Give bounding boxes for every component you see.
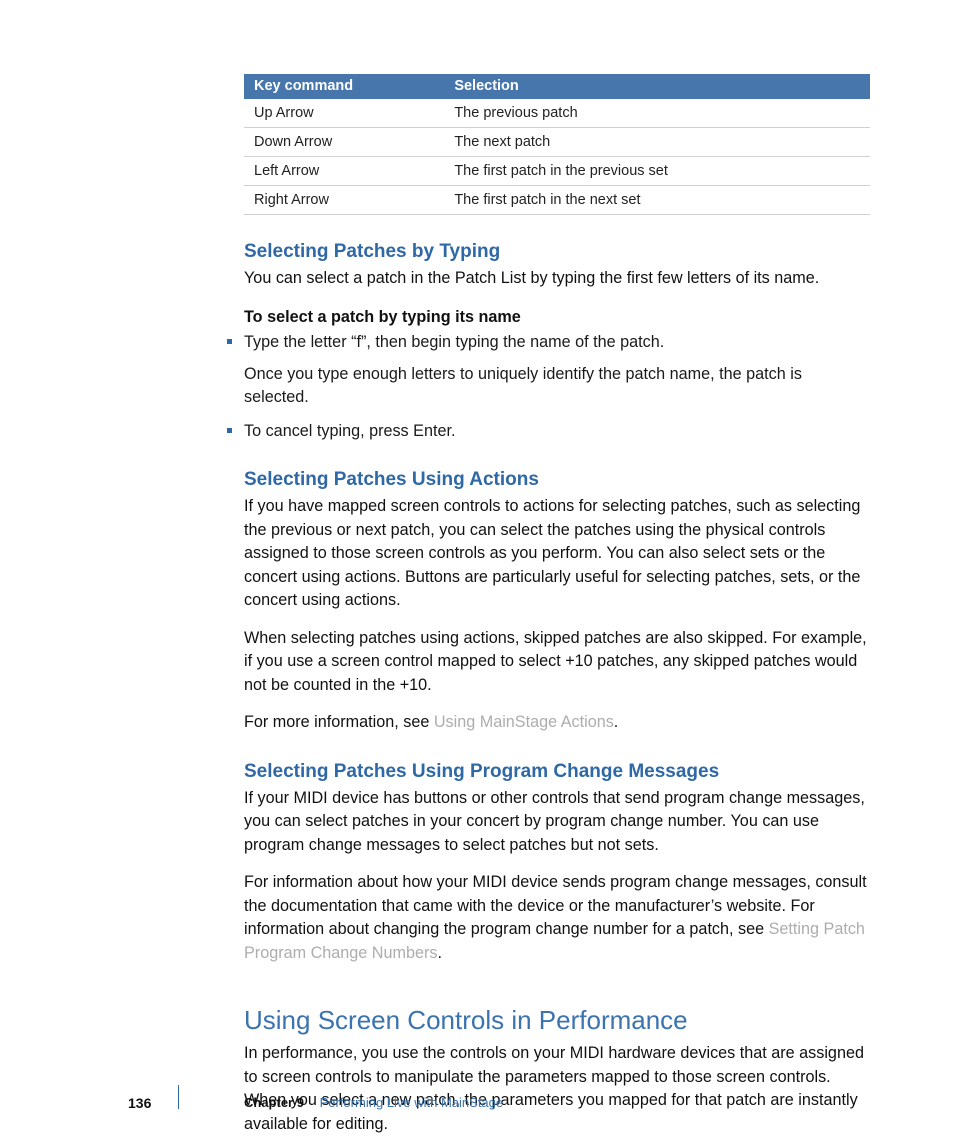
table-cell: The next patch <box>444 128 870 157</box>
page-number: 136 <box>128 1095 151 1111</box>
list-item: Type the letter “f”, then begin typing t… <box>244 331 870 409</box>
text-fragment: . <box>614 713 619 731</box>
footer-rule <box>178 1085 179 1109</box>
table-row: Right Arrow The first patch in the next … <box>244 186 870 215</box>
text-fragment: For more information, see <box>244 713 434 731</box>
heading-selecting-using-actions: Selecting Patches Using Actions <box>244 469 870 491</box>
document-page: Key command Selection Up Arrow The previ… <box>0 0 954 1145</box>
table-row: Down Arrow The next patch <box>244 128 870 157</box>
table-cell: The previous patch <box>444 99 870 128</box>
body-text: If you have mapped screen controls to ac… <box>244 495 870 612</box>
table-header: Key command <box>244 74 444 99</box>
chapter-label: Chapter 9 <box>244 1095 304 1110</box>
heading-selecting-program-change: Selecting Patches Using Program Change M… <box>244 761 870 783</box>
table-cell: Up Arrow <box>244 99 444 128</box>
table-row: Up Arrow The previous patch <box>244 99 870 128</box>
body-text: For information about how your MIDI devi… <box>244 871 870 965</box>
heading-selecting-by-typing: Selecting Patches by Typing <box>244 241 870 263</box>
list-item-sub: Once you type enough letters to uniquely… <box>244 363 870 410</box>
table-cell: Down Arrow <box>244 128 444 157</box>
procedure-lead: To select a patch by typing its name <box>244 308 870 327</box>
table-cell: The first patch in the previous set <box>444 157 870 186</box>
table-row: Left Arrow The first patch in the previo… <box>244 157 870 186</box>
body-text: You can select a patch in the Patch List… <box>244 267 870 290</box>
text-fragment: . <box>437 944 442 962</box>
bullet-list: Type the letter “f”, then begin typing t… <box>244 331 870 443</box>
link-using-mainstage-actions[interactable]: Using MainStage Actions <box>434 713 614 731</box>
table-cell: Right Arrow <box>244 186 444 215</box>
body-text: In performance, you use the controls on … <box>244 1042 870 1136</box>
chapter-title: Performing Live with MainStage <box>320 1095 504 1110</box>
body-text: If your MIDI device has buttons or other… <box>244 787 870 857</box>
key-command-table: Key command Selection Up Arrow The previ… <box>244 74 870 215</box>
table-cell: Left Arrow <box>244 157 444 186</box>
table-cell: The first patch in the next set <box>444 186 870 215</box>
chapter-line: Chapter 9 Performing Live with MainStage <box>244 1095 503 1110</box>
table-header: Selection <box>444 74 870 99</box>
body-text: When selecting patches using actions, sk… <box>244 627 870 697</box>
list-item: To cancel typing, press Enter. <box>244 420 870 443</box>
list-item-text: Type the letter “f”, then begin typing t… <box>244 333 664 351</box>
list-item-text: To cancel typing, press Enter. <box>244 422 455 440</box>
body-text: For more information, see Using MainStag… <box>244 711 870 734</box>
heading-using-screen-controls: Using Screen Controls in Performance <box>244 1005 870 1036</box>
